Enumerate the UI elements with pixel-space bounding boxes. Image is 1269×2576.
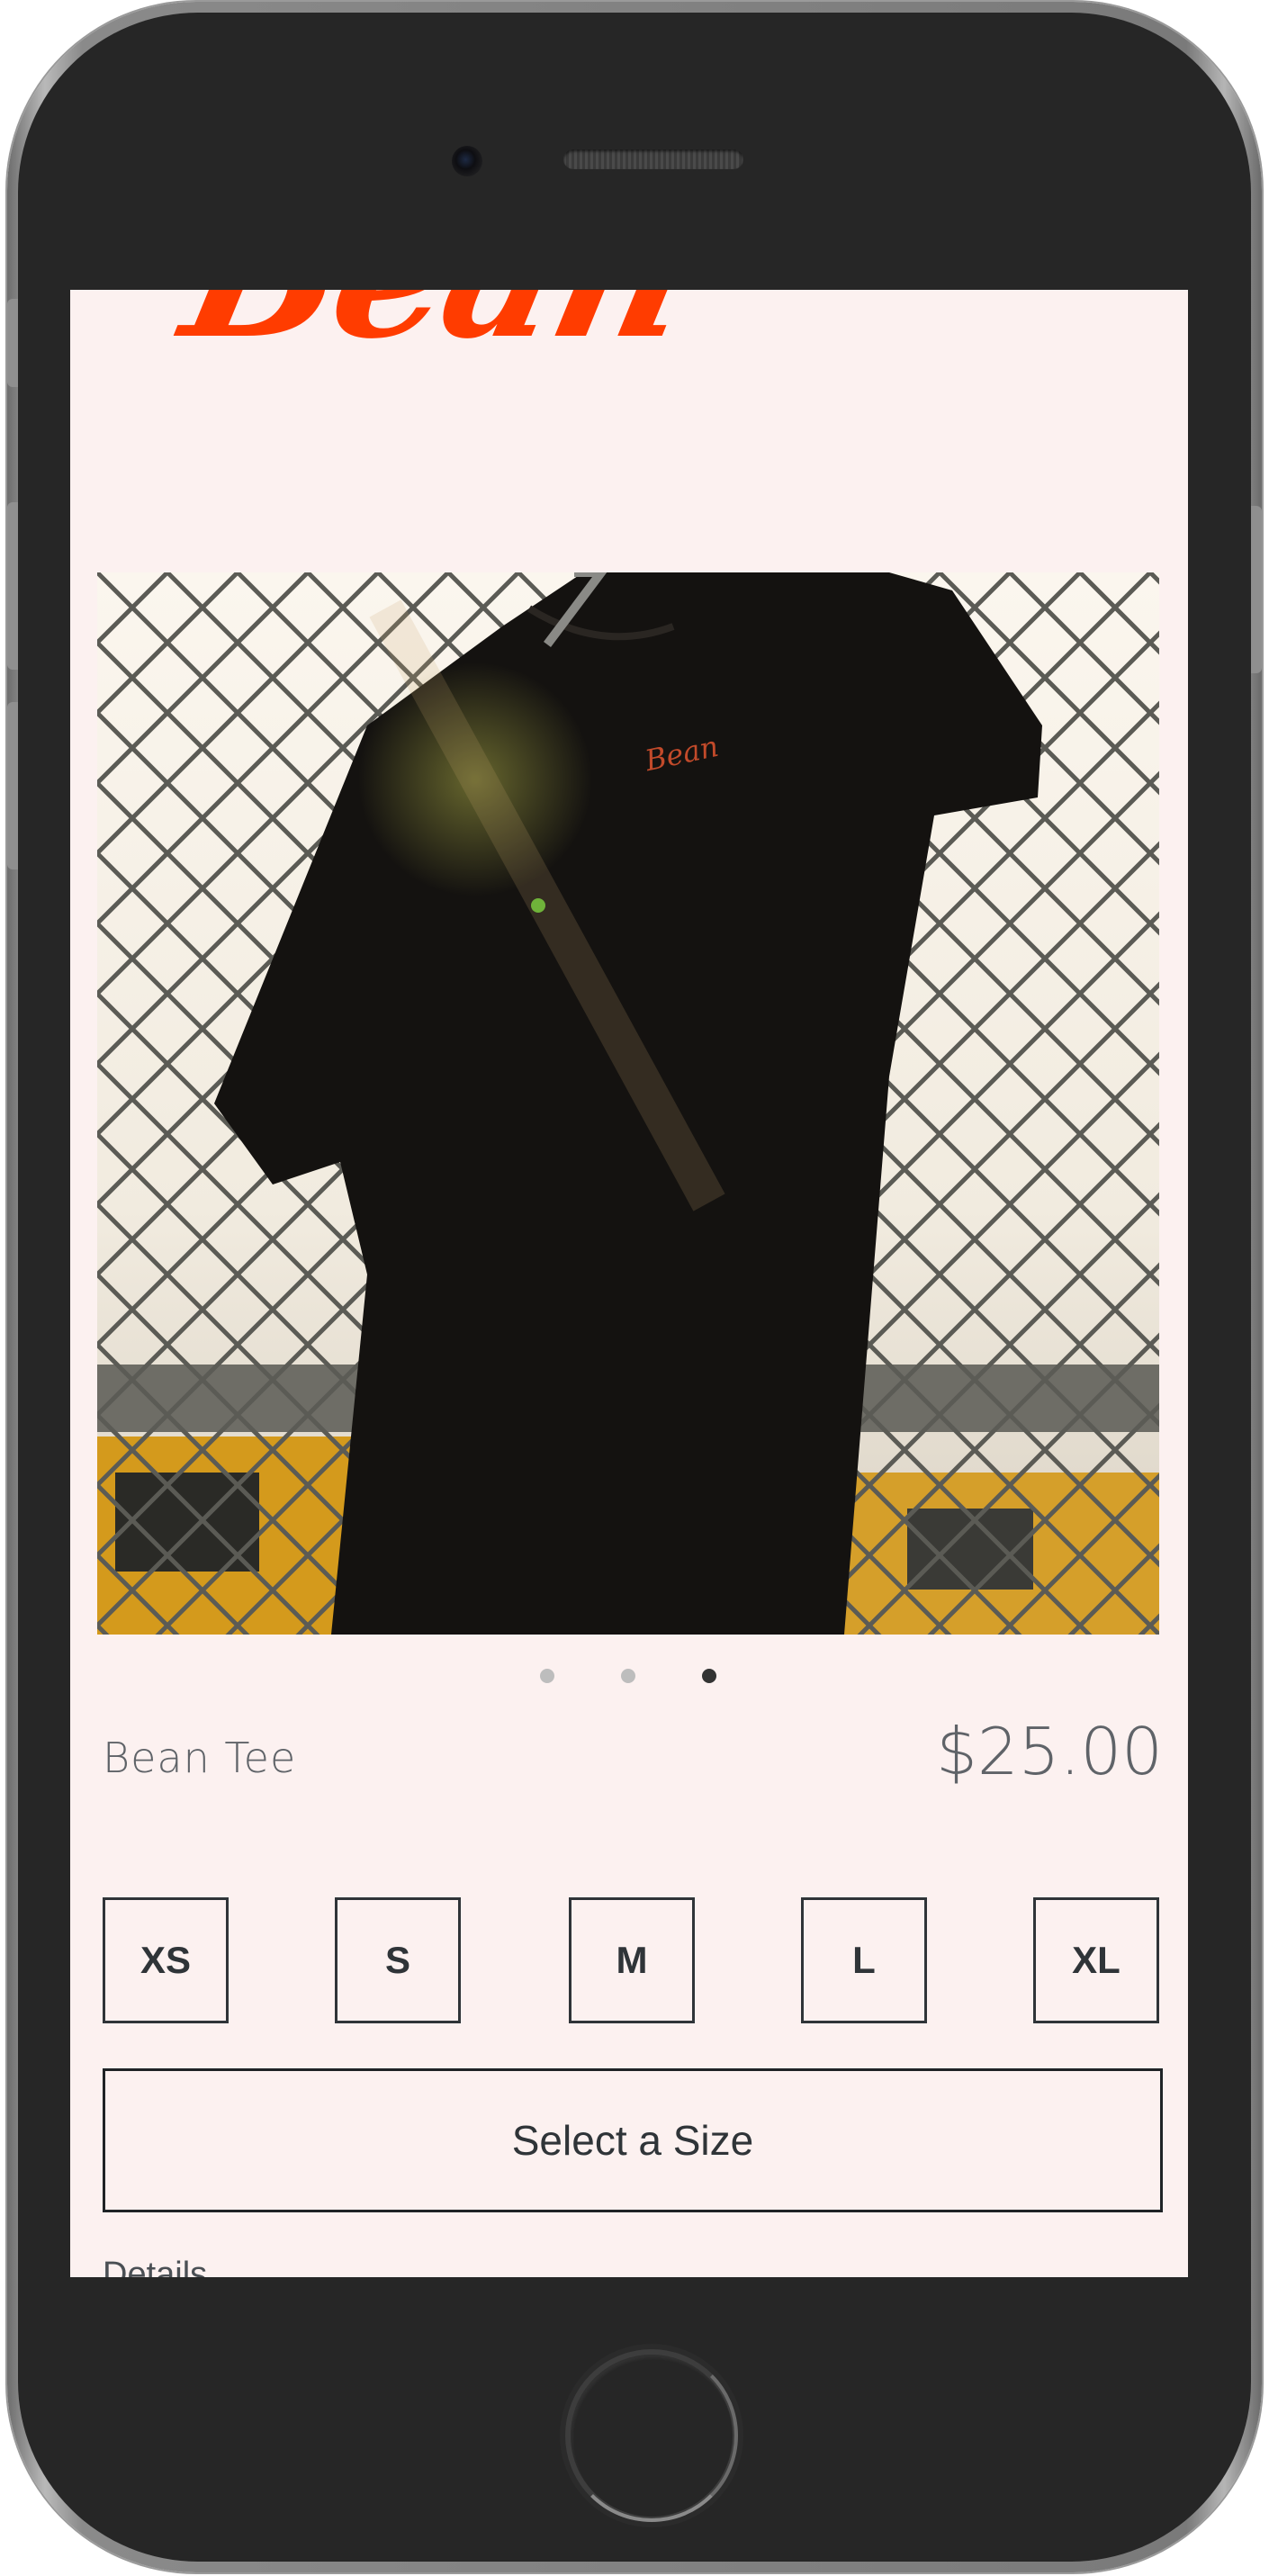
size-option-xl[interactable]: XL: [1033, 1897, 1159, 2023]
size-option-s[interactable]: S: [335, 1897, 461, 2023]
size-option-l[interactable]: L: [801, 1897, 927, 2023]
select-size-button[interactable]: Select a Size: [103, 2068, 1163, 2212]
carousel-dot[interactable]: [540, 1669, 554, 1683]
front-camera-icon: [452, 146, 482, 176]
product-name: Bean Tee: [103, 1734, 297, 1782]
home-button[interactable]: [565, 2349, 738, 2522]
product-image[interactable]: Bean: [97, 572, 1159, 1635]
earpiece-speaker: [563, 149, 743, 169]
details-heading[interactable]: Details: [103, 2256, 207, 2277]
carousel-indicator: [70, 1669, 1188, 1687]
size-option-m[interactable]: M: [569, 1897, 695, 2023]
carousel-dot-active[interactable]: [702, 1669, 716, 1683]
product-price: $25.00: [936, 1714, 1163, 1789]
size-option-xs[interactable]: XS: [103, 1897, 229, 2023]
tshirt-photo: Bean: [97, 572, 1159, 1635]
screen: Bean Bean Tee $25.00 XS S M L XL Select …: [70, 290, 1188, 2277]
brand-logo[interactable]: Bean: [168, 290, 706, 379]
power-button: [1249, 506, 1262, 673]
carousel-dot[interactable]: [621, 1669, 635, 1683]
